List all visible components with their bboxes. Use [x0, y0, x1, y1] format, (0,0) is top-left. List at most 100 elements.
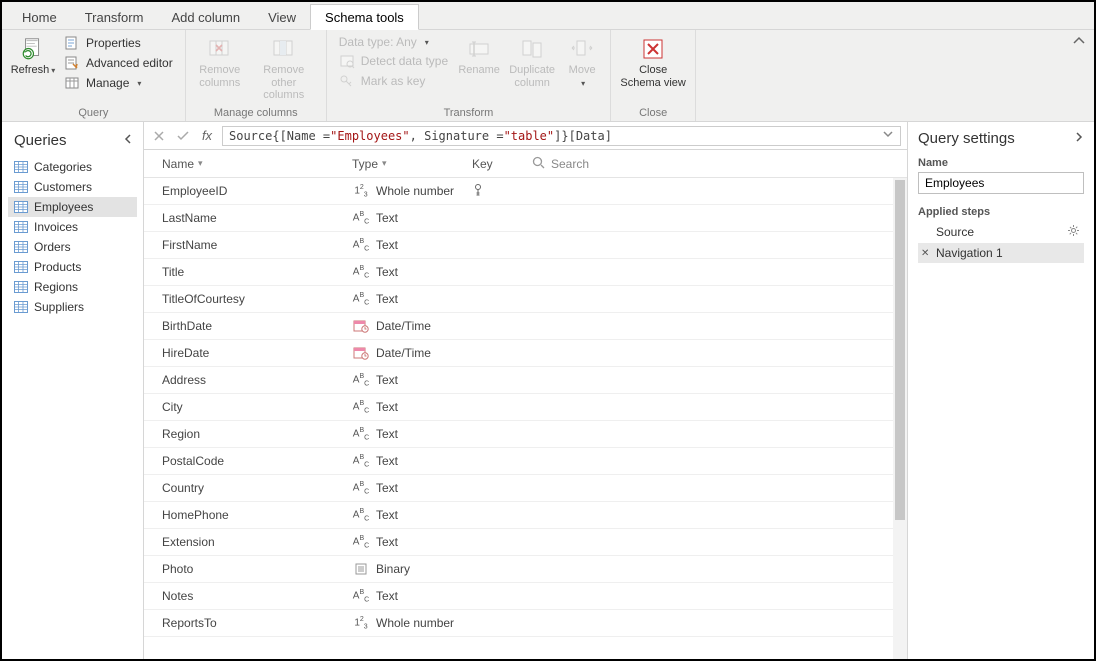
ribbon-group-query: Refresh▾ Properties Advanced editor	[2, 30, 186, 121]
properties-button[interactable]: Properties	[62, 34, 175, 52]
tab-schema-tools[interactable]: Schema tools	[310, 4, 419, 30]
column-name: Address	[162, 373, 352, 387]
column-name: HomePhone	[162, 508, 352, 522]
column-type: Text	[376, 535, 398, 549]
schema-row[interactable]: FirstName ABC Text	[144, 232, 907, 259]
group-label-manage-columns: Manage columns	[192, 107, 320, 121]
schema-row[interactable]: City ABC Text	[144, 394, 907, 421]
query-item[interactable]: Categories	[8, 157, 137, 177]
query-item-label: Customers	[34, 180, 92, 194]
schema-row[interactable]: HireDate Date/Time	[144, 340, 907, 367]
ribbon-collapse-icon[interactable]	[1072, 34, 1086, 48]
schema-row[interactable]: ReportsTo 123 Whole number	[144, 610, 907, 637]
column-name: Title	[162, 265, 352, 279]
type-icon: ABC	[352, 454, 370, 468]
applied-step[interactable]: ✕ Navigation 1	[918, 243, 1084, 263]
collapse-queries-icon[interactable]	[123, 132, 133, 149]
refresh-button[interactable]: Refresh▾	[8, 32, 58, 81]
name-label: Name	[918, 157, 1084, 169]
formula-input[interactable]: Source{[Name = "Employees" , Signature =…	[222, 126, 901, 146]
query-item[interactable]: Suppliers	[8, 297, 137, 317]
tab-transform[interactable]: Transform	[71, 5, 158, 29]
expand-settings-icon[interactable]	[1074, 130, 1084, 147]
ribbon-tabstrip: Home Transform Add column View Schema to…	[2, 2, 1094, 30]
cancel-formula-icon[interactable]	[150, 127, 168, 145]
schema-row[interactable]: LastName ABC Text	[144, 205, 907, 232]
search-placeholder[interactable]: Search	[551, 157, 589, 171]
commit-formula-icon[interactable]	[174, 127, 192, 145]
delete-step-icon[interactable]: ✕	[921, 248, 929, 259]
ribbon-group-close: Close Schema view Close	[611, 30, 696, 121]
schema-row[interactable]: Country ABC Text	[144, 475, 907, 502]
query-item[interactable]: Employees	[8, 197, 137, 217]
gear-icon[interactable]	[1067, 224, 1080, 240]
advanced-editor-label: Advanced editor	[86, 56, 173, 70]
formula-text: Source{[Name =	[229, 129, 330, 143]
query-item[interactable]: Products	[8, 257, 137, 277]
column-key	[472, 183, 532, 200]
query-item[interactable]: Regions	[8, 277, 137, 297]
scrollbar[interactable]	[893, 178, 907, 659]
col-header-type[interactable]: Type	[352, 157, 378, 171]
schema-row[interactable]: Extension ABC Text	[144, 529, 907, 556]
table-icon	[14, 201, 28, 213]
rename-label: Rename	[458, 64, 500, 77]
queries-list: Categories Customers Employees Invoices …	[2, 157, 143, 317]
refresh-icon	[20, 36, 46, 62]
type-icon: ABC	[352, 238, 370, 252]
advanced-editor-icon	[64, 55, 80, 71]
sort-chevron-icon[interactable]: ▾	[198, 158, 203, 169]
manage-button[interactable]: Manage ▾	[62, 74, 175, 92]
schema-row[interactable]: HomePhone ABC Text	[144, 502, 907, 529]
schema-grid-body[interactable]: EmployeeID 123 Whole number LastName ABC…	[144, 178, 907, 659]
schema-row[interactable]: Photo Binary	[144, 556, 907, 583]
duplicate-column-label: Duplicate column	[506, 64, 558, 89]
remove-columns-icon	[207, 36, 233, 62]
duplicate-column-button: Duplicate column	[504, 32, 560, 93]
type-icon: ABC	[352, 292, 370, 306]
query-name-input[interactable]	[918, 172, 1084, 194]
applied-step[interactable]: Source	[918, 221, 1084, 243]
formula-text: , Signature =	[410, 129, 504, 143]
sort-chevron-icon[interactable]: ▾	[382, 158, 387, 169]
chevron-down-icon: ▾	[581, 79, 585, 88]
query-item[interactable]: Invoices	[8, 217, 137, 237]
query-item[interactable]: Customers	[8, 177, 137, 197]
scrollbar-thumb[interactable]	[895, 180, 905, 520]
move-label: Move	[569, 64, 596, 76]
data-type-label: Data type: Any	[339, 35, 417, 49]
fx-icon[interactable]: fx	[198, 127, 216, 145]
query-item-label: Employees	[34, 200, 93, 214]
close-schema-view-button[interactable]: Close Schema view	[617, 32, 689, 93]
type-icon: ABC	[352, 427, 370, 441]
schema-row[interactable]: Region ABC Text	[144, 421, 907, 448]
advanced-editor-button[interactable]: Advanced editor	[62, 54, 175, 72]
type-icon: 123	[352, 616, 370, 630]
remove-columns-label: Remove columns	[194, 64, 246, 89]
type-icon: ABC	[352, 589, 370, 603]
schema-row[interactable]: Address ABC Text	[144, 367, 907, 394]
schema-row[interactable]: Notes ABC Text	[144, 583, 907, 610]
col-header-name[interactable]: Name	[162, 157, 194, 171]
query-item[interactable]: Orders	[8, 237, 137, 257]
tab-add-column[interactable]: Add column	[157, 5, 254, 29]
tab-home[interactable]: Home	[8, 5, 71, 29]
table-icon	[14, 181, 28, 193]
expand-formula-icon[interactable]	[882, 128, 894, 143]
workspace: Queries Categories Customers Employees I…	[2, 122, 1094, 659]
column-type: Text	[376, 589, 398, 603]
column-name: HireDate	[162, 346, 352, 360]
type-icon: ABC	[352, 535, 370, 549]
schema-row[interactable]: BirthDate Date/Time	[144, 313, 907, 340]
column-type: Text	[376, 454, 398, 468]
schema-row[interactable]: Title ABC Text	[144, 259, 907, 286]
schema-row[interactable]: TitleOfCourtesy ABC Text	[144, 286, 907, 313]
rename-icon	[466, 36, 492, 62]
query-item-label: Products	[34, 260, 81, 274]
schema-row[interactable]: EmployeeID 123 Whole number	[144, 178, 907, 205]
queries-panel-title: Queries	[14, 132, 67, 149]
tab-view[interactable]: View	[254, 5, 310, 29]
column-name: Country	[162, 481, 352, 495]
schema-row[interactable]: PostalCode ABC Text	[144, 448, 907, 475]
table-icon	[14, 241, 28, 253]
